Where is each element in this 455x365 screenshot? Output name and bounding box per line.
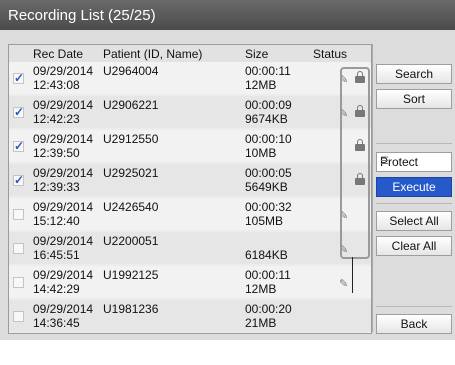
rec-time: 12:39:50 [33,146,80,160]
row-checkbox[interactable] [13,243,24,254]
table-row[interactable]: ✓ 09/29/2014 12:39:33 U2925021 00:00:05 5649K… [9,164,371,196]
duration: 00:00:09 [245,98,292,112]
check-icon: ✓ [14,71,25,85]
file-size: 9674KB [245,112,288,126]
patient-id: U2906221 [103,98,159,112]
table-row[interactable]: 09/29/2014 14:36:45 U1981236 00:00:20 21MB [9,300,371,332]
row-checkbox[interactable]: ✓ [13,173,25,187]
file-size: 12MB [245,282,277,296]
execute-button[interactable]: Execute [376,177,452,197]
duration: 00:00:05 [245,166,292,180]
rec-time: 14:42:29 [33,282,80,296]
file-size: 105MB [245,214,284,228]
duration: 00:00:32 [245,200,292,214]
status-callout-box [340,67,370,259]
vertical-divider [372,44,373,332]
duration: 00:00:20 [245,302,292,316]
rec-time: 14:36:45 [33,316,80,330]
patient-id: U2426540 [103,200,159,214]
col-status: Status [313,47,348,61]
check-icon: ✓ [14,105,25,119]
rec-date: 09/29/2014 [33,64,94,78]
col-rec-date: Rec Date [33,47,84,61]
clear-all-button[interactable]: Clear All [376,236,452,256]
table-row[interactable]: ✓ 09/29/2014 12:42:23 U2906221 00:00:09 9674K… [9,96,371,128]
rec-time: 12:43:08 [33,78,80,92]
recording-panel: Rec Date Patient (ID, Name) Size Status … [0,30,455,340]
row-checkbox[interactable] [13,311,24,322]
table-row[interactable]: ✓ 09/29/2014 12:43:08 U2964004 00:00:11 12MB ✎ [9,62,371,94]
check-icon: ✓ [14,173,25,187]
rec-date: 09/29/2014 [33,132,94,146]
rec-date: 09/29/2014 [33,98,94,112]
row-checkbox[interactable]: ✓ [13,105,25,119]
protect-select[interactable]: Protect ☰ [376,152,452,172]
window-title: Recording List (25/25) [8,7,156,24]
row-checkbox[interactable] [13,209,24,220]
search-button[interactable]: Search [376,64,452,84]
back-button[interactable]: Back [376,314,452,334]
file-size: 6184KB [245,248,288,262]
duration: 00:00:11 [245,64,291,78]
file-size: 5649KB [245,180,288,194]
list-header: Rec Date Patient (ID, Name) Size Status [9,45,371,62]
row-checkbox[interactable] [13,277,24,288]
duration: 00:00:10 [245,132,292,146]
title-bar: Recording List (25/25) [0,0,455,30]
select-all-button[interactable]: Select All [376,211,452,231]
col-size: Size [245,47,269,61]
patient-id: U2200051 [103,234,159,248]
menu-icon: ☰ [380,156,389,167]
sort-button[interactable]: Sort [376,89,452,109]
file-size: 12MB [245,78,277,92]
callout-line [352,257,353,293]
file-size: 10MB [245,146,277,160]
table-row[interactable]: ✓ 09/29/2014 12:39:50 U2912550 00:00:10 10MB [9,130,371,162]
row-checkbox[interactable]: ✓ [13,139,25,153]
separator [376,143,452,144]
separator [376,306,452,307]
rec-date: 09/29/2014 [33,166,94,180]
rec-time: 16:45:51 [33,248,80,262]
separator [376,203,452,204]
patient-id: U1992125 [103,268,159,282]
rec-time: 12:39:33 [33,180,80,194]
col-patient: Patient (ID, Name) [103,47,203,61]
row-checkbox[interactable]: ✓ [13,71,25,85]
rec-date: 09/29/2014 [33,302,94,316]
check-icon: ✓ [14,139,25,153]
patient-id: U2925021 [103,166,159,180]
recording-list[interactable]: Rec Date Patient (ID, Name) Size Status … [8,44,372,334]
patient-id: U1981236 [103,302,159,316]
rec-time: 12:42:23 [33,112,80,126]
table-row[interactable]: 09/29/2014 15:12:40 U2426540 00:00:32 105MB ✎ [9,198,371,230]
annotation-icon: ✎ [339,278,349,290]
file-size: 21MB [245,316,277,330]
patient-id: U2912550 [103,132,159,146]
table-row[interactable]: 09/29/2014 16:45:51 U2200051 6184KB ✎ [9,232,371,264]
rec-date: 09/29/2014 [33,268,94,282]
patient-id: U2964004 [103,64,159,78]
duration: 00:00:11 [245,268,291,282]
rec-date: 09/29/2014 [33,234,94,248]
rec-date: 09/29/2014 [33,200,94,214]
table-row[interactable]: 09/29/2014 14:42:29 U1992125 00:00:11 12MB ✎ [9,266,371,298]
rec-time: 15:12:40 [33,214,80,228]
